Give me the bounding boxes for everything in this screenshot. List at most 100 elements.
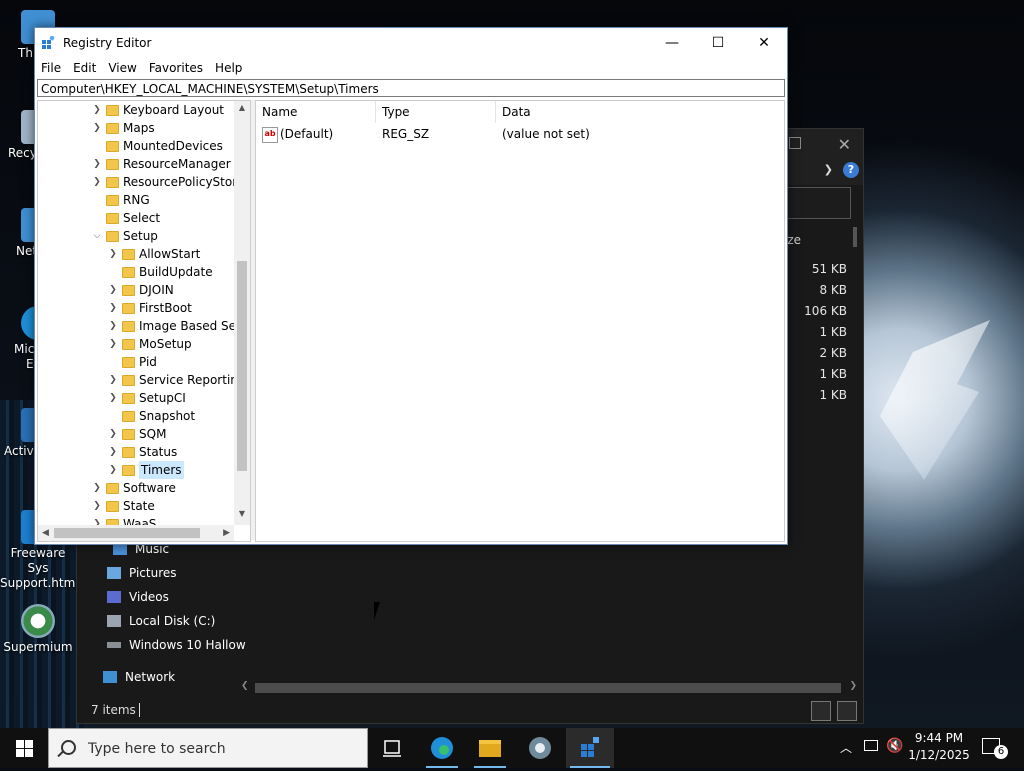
tree-item[interactable]: ❯ SQM bbox=[106, 425, 166, 443]
nav-item-videos[interactable]: Videos bbox=[103, 585, 246, 609]
column-header-data[interactable]: Data bbox=[496, 101, 676, 123]
tree-item[interactable]: ❯ Image Based Setu bbox=[106, 317, 248, 335]
file-size: 8 KB bbox=[819, 283, 847, 297]
taskbar-file-explorer[interactable] bbox=[466, 728, 514, 768]
scroll-right-icon[interactable]: ▶ bbox=[223, 525, 230, 541]
task-view-button[interactable] bbox=[368, 728, 416, 768]
expand-chevron-icon[interactable]: ❯ bbox=[90, 173, 104, 191]
scroll-down-icon[interactable]: ▼ bbox=[234, 509, 250, 518]
help-icon[interactable]: ? bbox=[843, 162, 859, 178]
expand-chevron-icon[interactable]: ❯ bbox=[106, 425, 120, 443]
nav-item-windows-drive[interactable]: Windows 10 Hallow bbox=[103, 633, 246, 657]
tree-item[interactable]: ❯ SetupCI bbox=[106, 389, 186, 407]
column-header-size[interactable]: ze bbox=[787, 233, 801, 247]
folder-icon bbox=[122, 464, 135, 476]
chevron-down-icon[interactable]: ❯ bbox=[824, 163, 833, 176]
explorer-horizontal-scrollbar[interactable]: ❮ ❯ bbox=[239, 681, 859, 695]
collapse-chevron-icon[interactable]: ⌵ bbox=[90, 227, 104, 245]
expand-chevron-icon[interactable]: ❯ bbox=[106, 317, 120, 335]
menu-favorites[interactable]: Favorites bbox=[143, 58, 209, 78]
item-count: 7 items bbox=[91, 703, 136, 717]
tree-item[interactable]: Select bbox=[90, 209, 160, 227]
tree-item[interactable]: ❯ MoSetup bbox=[106, 335, 191, 353]
maximize-icon[interactable] bbox=[789, 137, 801, 149]
scroll-left-icon[interactable]: ◀ bbox=[42, 525, 49, 541]
supermium-icon bbox=[21, 604, 55, 638]
taskbar-edge[interactable] bbox=[418, 728, 466, 768]
regedit-titlebar[interactable]: Registry Editor — ☐ ✕ bbox=[35, 28, 787, 58]
tree-item[interactable]: ❯ Service Reporting bbox=[106, 371, 245, 389]
close-icon[interactable]: ✕ bbox=[838, 135, 851, 154]
expand-chevron-icon[interactable]: ❯ bbox=[106, 389, 120, 407]
network-status-icon[interactable] bbox=[864, 740, 878, 751]
scroll-left-icon[interactable]: ❮ bbox=[241, 681, 249, 691]
scroll-right-icon[interactable]: ❯ bbox=[849, 681, 857, 691]
registry-editor-window[interactable]: Registry Editor — ☐ ✕ File Edit View Favori… bbox=[34, 27, 788, 545]
tree-vertical-scrollbar[interactable]: ▲ ▼ bbox=[234, 101, 250, 525]
expand-chevron-icon[interactable]: ❯ bbox=[106, 245, 120, 263]
expand-chevron-icon[interactable]: ❯ bbox=[90, 497, 104, 515]
tree-item[interactable]: ⌵ Setup bbox=[90, 227, 158, 245]
tree-horizontal-scrollbar[interactable]: ◀ ▶ bbox=[38, 525, 234, 541]
expand-chevron-icon[interactable]: ❯ bbox=[106, 461, 120, 479]
expand-chevron-icon[interactable]: ❯ bbox=[90, 101, 104, 119]
menu-file[interactable]: File bbox=[35, 58, 67, 78]
maximize-button[interactable]: ☐ bbox=[695, 28, 741, 58]
drive-icon bbox=[107, 615, 121, 627]
key-tree[interactable]: ❯ Keyboard Layout ❯ Maps MountedDevices ❯ Reso… bbox=[37, 100, 251, 542]
expand-chevron-icon[interactable]: ❯ bbox=[90, 155, 104, 173]
taskbar-search-box[interactable]: Type here to search bbox=[48, 728, 368, 768]
explorer-search-input[interactable] bbox=[785, 187, 851, 219]
tree-item[interactable]: ❯ Status bbox=[106, 443, 177, 461]
column-header-type[interactable]: Type bbox=[376, 101, 496, 123]
column-header-name[interactable]: Name bbox=[256, 101, 376, 123]
taskbar-registry-editor[interactable] bbox=[566, 728, 614, 768]
chevron-up-icon[interactable]: ︿ bbox=[840, 739, 852, 756]
tree-item[interactable]: ❯ FirstBoot bbox=[106, 299, 192, 317]
address-bar[interactable]: Computer\HKEY_LOCAL_MACHINE\SYSTEM\Setup… bbox=[37, 79, 785, 97]
taskbar-clock[interactable]: 9:44 PM 1/12/2025 bbox=[908, 730, 970, 764]
tree-item[interactable]: ❯ DJOIN bbox=[106, 281, 174, 299]
tree-item[interactable]: ❯ Software bbox=[90, 479, 176, 497]
nav-item-local-disk[interactable]: Local Disk (C:) bbox=[103, 609, 246, 633]
menu-view[interactable]: View bbox=[102, 58, 142, 78]
value-row[interactable]: ab (Default) REG_SZ (value not set) bbox=[256, 125, 676, 143]
nav-item-network[interactable]: Network bbox=[103, 665, 246, 689]
tree-item[interactable]: ❯ AllowStart bbox=[106, 245, 200, 263]
desktop-icon-supermium[interactable]: Supermium bbox=[0, 604, 76, 655]
tree-item[interactable]: ❯ Maps bbox=[90, 119, 154, 137]
close-button[interactable]: ✕ bbox=[741, 28, 787, 58]
tree-item[interactable]: BuildUpdate bbox=[106, 263, 213, 281]
expand-chevron-icon[interactable]: ❯ bbox=[106, 371, 120, 389]
tree-item[interactable]: ❯ ResourcePolicyStore bbox=[90, 173, 244, 191]
scrollbar-thumb[interactable] bbox=[255, 683, 841, 693]
large-icons-view-icon[interactable] bbox=[837, 701, 857, 721]
tree-item[interactable]: ❯ Keyboard Layout bbox=[90, 101, 224, 119]
taskbar-supermium[interactable] bbox=[516, 728, 564, 768]
values-list[interactable]: Name Type Data ab (Default) REG_SZ (valu… bbox=[255, 100, 785, 542]
speaker-muted-icon[interactable]: 🔇 bbox=[886, 738, 903, 754]
tree-item[interactable]: Snapshot bbox=[106, 407, 195, 425]
expand-chevron-icon[interactable]: ❯ bbox=[106, 281, 120, 299]
scroll-up-icon[interactable]: ▲ bbox=[234, 103, 250, 112]
menu-help[interactable]: Help bbox=[209, 58, 248, 78]
details-view-icon[interactable] bbox=[811, 701, 831, 721]
tree-item[interactable]: MountedDevices bbox=[90, 137, 223, 155]
scrollbar-thumb[interactable] bbox=[54, 528, 200, 538]
explorer-vertical-scrollbar[interactable] bbox=[853, 227, 857, 247]
start-button[interactable] bbox=[0, 728, 48, 768]
expand-chevron-icon[interactable]: ❯ bbox=[90, 119, 104, 137]
expand-chevron-icon[interactable]: ❯ bbox=[106, 443, 120, 461]
expand-chevron-icon[interactable]: ❯ bbox=[106, 299, 120, 317]
expand-chevron-icon[interactable]: ❯ bbox=[90, 479, 104, 497]
minimize-button[interactable]: — bbox=[649, 28, 695, 58]
nav-item-pictures[interactable]: Pictures bbox=[103, 561, 246, 585]
tree-item[interactable]: ❯ Timers bbox=[106, 461, 184, 479]
tree-item[interactable]: ❯ ResourceManager bbox=[90, 155, 230, 173]
tree-item[interactable]: RNG bbox=[90, 191, 150, 209]
menu-edit[interactable]: Edit bbox=[67, 58, 102, 78]
tree-item[interactable]: ❯ State bbox=[90, 497, 155, 515]
expand-chevron-icon[interactable]: ❯ bbox=[106, 335, 120, 353]
tree-item[interactable]: Pid bbox=[106, 353, 157, 371]
scrollbar-thumb[interactable] bbox=[237, 261, 247, 471]
